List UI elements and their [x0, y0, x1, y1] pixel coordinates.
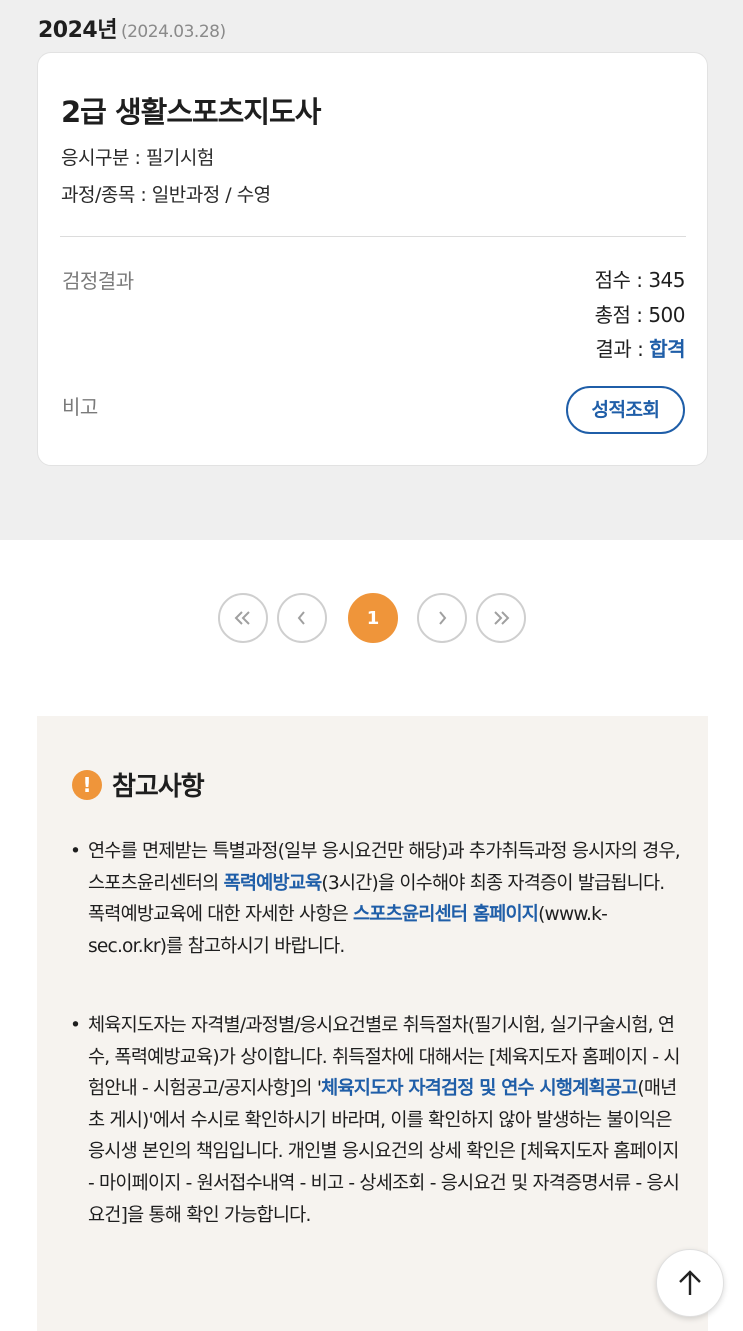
last-page-icon — [494, 611, 510, 625]
grade-inquiry-button[interactable]: 성적조회 — [566, 386, 685, 434]
arrow-up-icon — [679, 1270, 701, 1295]
total-score: 총점 : 500 — [594, 302, 686, 327]
exclamation-icon: ! — [72, 769, 102, 800]
next-page-button[interactable] — [417, 593, 467, 643]
card-divider — [60, 236, 686, 237]
notice-item-text: 체육지도자는 자격별/과정별/응시요건별로 취득절차(필기시험, 실기구술시험,… — [70, 1010, 681, 1231]
notice-heading: ! 참고사항 — [72, 766, 205, 803]
prev-page-button[interactable] — [277, 593, 327, 643]
notice-title: 참고사항 — [112, 772, 205, 802]
exam-course: 과정/종목 : 일반과정 / 수영 — [61, 184, 271, 206]
pass-status: 합격 — [649, 337, 685, 361]
notice-item: • 체육지도자는 자격별/과정별/응시요건별로 취득절차(필기시험, 실기구술시… — [70, 1010, 681, 1231]
bullet-dot: • — [70, 841, 81, 862]
bullet-dot: • — [70, 1015, 81, 1036]
result-row: 결과 : 합격 — [595, 332, 685, 367]
prev-page-icon — [297, 611, 305, 625]
pagination: 1 — [218, 593, 528, 643]
scroll-to-top-button[interactable] — [656, 1249, 724, 1317]
exam-result-card: 2급 생활스포츠지도사 응시구분 : 필기시험 과정/종목 : 일반과정 / 수… — [37, 52, 708, 466]
last-page-button[interactable] — [476, 593, 526, 643]
exam-date: (2024.03.28) — [120, 22, 226, 42]
notice-item-text: 연수를 면제받는 특별과정(일부 응시요건만 해당)과 추가취득과정 응시자의 … — [70, 836, 681, 962]
exam-history-section: 2024년 (2024.03.28) 2급 생활스포츠지도사 응시구분 : 필기시… — [0, 0, 743, 540]
first-page-icon — [234, 611, 250, 625]
year-label: 2024년 — [38, 18, 117, 43]
exam-category: 응시구분 : 필기시험 — [61, 147, 214, 169]
notice-box: ! 참고사항 • 연수를 면제받는 특별과정(일부 응시요건만 해당)과 추가취… — [37, 716, 708, 1331]
result-prefix: 결과 : — [595, 337, 650, 361]
notice-text: (매년 초 게시)'에서 수시로 확인하시기 바라며, 이를 확인하지 않아 발… — [88, 1078, 680, 1226]
next-page-icon — [439, 611, 447, 625]
sports-ethics-center-link[interactable]: 스포츠윤리센터 홈페이지 — [353, 904, 539, 925]
exam-plan-announcement-link[interactable]: 체육지도자 자격검정 및 연수 시행계획공고 — [321, 1078, 638, 1099]
result-label: 검정결과 — [62, 269, 134, 293]
exam-title: 2급 생활스포츠지도사 — [61, 95, 321, 129]
violence-prevention-link[interactable]: 폭력예방교육 — [224, 873, 323, 894]
page-1-button[interactable]: 1 — [348, 593, 398, 643]
first-page-button[interactable] — [218, 593, 268, 643]
year-heading: 2024년 (2024.03.28) — [38, 12, 226, 44]
notice-item: • 연수를 면제받는 특별과정(일부 응시요건만 해당)과 추가취득과정 응시자… — [70, 836, 681, 962]
note-label: 비고 — [62, 395, 98, 419]
score-value: 점수 : 345 — [594, 268, 686, 292]
score-list: 점수 : 345 총점 : 500 결과 : 합격 — [594, 263, 686, 367]
